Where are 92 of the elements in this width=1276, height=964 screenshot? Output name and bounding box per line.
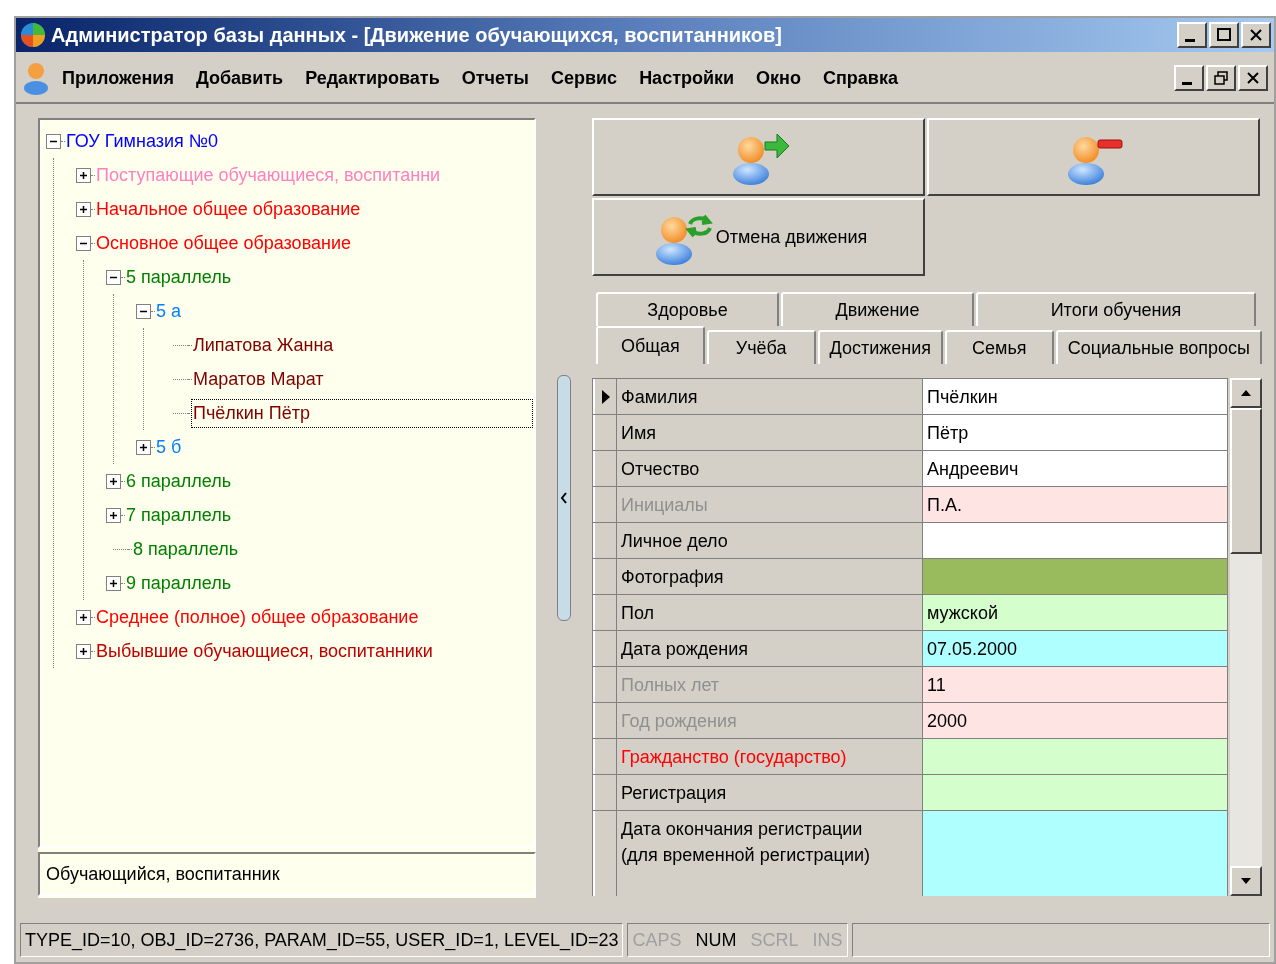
plus-icon bbox=[79, 612, 88, 622]
chevron-left-icon bbox=[560, 492, 568, 504]
window-title: Администратор базы данных - [Движение обучающихся, воспитанников] bbox=[51, 23, 782, 48]
tree-item[interactable]: 5 б bbox=[155, 433, 183, 461]
field-value[interactable] bbox=[923, 775, 1228, 810]
status-text: TYPE_ID=10, OBJ_ID=2736, PARAM_ID=55, USER_ID=1, LEVEL_ID=23 bbox=[20, 923, 624, 957]
maximize-icon bbox=[1216, 27, 1232, 43]
minimize-icon bbox=[1185, 38, 1195, 42]
field-value[interactable]: 2000 bbox=[923, 703, 1228, 738]
app-icon bbox=[19, 21, 47, 49]
key-indicator: NUM bbox=[695, 928, 737, 952]
tree-item[interactable]: 8 параллель bbox=[132, 535, 240, 563]
tree-item[interactable]: ГОУ Гимназия №0 bbox=[65, 127, 220, 155]
tree-item[interactable]: 5 а bbox=[155, 297, 183, 325]
minimize-icon bbox=[1182, 81, 1192, 85]
row-indicator[interactable] bbox=[593, 379, 617, 414]
tab[interactable]: Итоги обучения bbox=[976, 292, 1256, 326]
menu-item[interactable]: Добавить bbox=[195, 64, 284, 92]
field-value[interactable] bbox=[923, 811, 1228, 896]
plus-icon bbox=[79, 170, 88, 180]
minimize-button[interactable] bbox=[1174, 65, 1204, 91]
tree-item[interactable]: 9 параллель bbox=[125, 569, 233, 597]
field-value[interactable] bbox=[923, 559, 1228, 594]
expand-toggle[interactable] bbox=[76, 609, 91, 625]
field-value[interactable] bbox=[923, 523, 1228, 558]
menu-item[interactable]: Отчеты bbox=[461, 64, 529, 92]
tab[interactable]: Социальные вопросы bbox=[1055, 330, 1262, 364]
tree-item[interactable]: Среднее (полное) общее образование bbox=[95, 603, 420, 631]
close-button[interactable] bbox=[1241, 22, 1271, 48]
expand-toggle[interactable] bbox=[106, 575, 121, 591]
field-value[interactable]: П.А. bbox=[923, 487, 1228, 522]
field-value[interactable]: Пчёлкин bbox=[923, 379, 1228, 414]
plus-icon bbox=[79, 646, 88, 656]
menu-item[interactable]: Редактировать bbox=[305, 64, 440, 92]
tree-item[interactable]: Липатова Жанна bbox=[192, 331, 335, 359]
menu-item[interactable]: Окно bbox=[756, 64, 801, 92]
move-button[interactable] bbox=[592, 118, 925, 196]
close-icon bbox=[1245, 70, 1261, 86]
scroll-down-icon bbox=[1240, 877, 1252, 885]
plus-icon bbox=[139, 442, 148, 452]
field-value[interactable]: мужской bbox=[923, 595, 1228, 630]
collapse-toggle[interactable] bbox=[46, 133, 61, 149]
tree-item[interactable]: 5 параллель bbox=[125, 263, 233, 291]
tree-item[interactable]: Начальное общее образование bbox=[95, 195, 362, 223]
expand-toggle[interactable] bbox=[76, 643, 91, 659]
tree-item[interactable]: 7 параллель bbox=[125, 501, 233, 529]
cancel-movement-button[interactable]: Отмена движения bbox=[592, 198, 925, 276]
menu-item[interactable]: Настройки bbox=[639, 64, 735, 92]
tab[interactable]: Семья bbox=[945, 330, 1054, 364]
field-value[interactable] bbox=[923, 739, 1228, 774]
plus-icon bbox=[79, 204, 88, 214]
user-icon bbox=[22, 61, 50, 95]
tab[interactable]: Общая bbox=[596, 326, 705, 364]
expand-toggle[interactable] bbox=[76, 201, 91, 217]
tab[interactable]: Движение bbox=[781, 292, 974, 326]
plus-icon bbox=[109, 578, 118, 588]
field-value[interactable]: Андреевич bbox=[923, 451, 1228, 486]
tab[interactable]: Достижения bbox=[817, 330, 943, 364]
tree-item[interactable]: 6 параллель bbox=[125, 467, 233, 495]
scrollbar[interactable] bbox=[1230, 378, 1262, 896]
expand-toggle[interactable] bbox=[76, 167, 91, 183]
tree-item[interactable]: Основное общее образование bbox=[95, 229, 352, 257]
collapse-toggle[interactable] bbox=[136, 303, 151, 319]
field-value[interactable]: 11 bbox=[923, 667, 1228, 702]
field-value[interactable]: 07.05.2000 bbox=[923, 631, 1228, 666]
type-field[interactable]: Обучающийся, воспитанник bbox=[38, 852, 536, 896]
close-button[interactable] bbox=[1238, 65, 1268, 91]
collapse-toggle[interactable] bbox=[106, 269, 121, 285]
collapse-handle[interactable] bbox=[557, 375, 571, 621]
collapse-toggle[interactable] bbox=[76, 235, 91, 251]
plus-icon bbox=[109, 476, 118, 486]
tree-item[interactable]: Пчёлкин Пётр bbox=[192, 399, 532, 427]
expand-toggle[interactable] bbox=[136, 439, 151, 455]
restore-button[interactable] bbox=[1206, 65, 1236, 91]
scroll-up-icon bbox=[1240, 389, 1252, 397]
expand-toggle[interactable] bbox=[106, 473, 121, 489]
plus-icon bbox=[109, 510, 118, 520]
tab[interactable]: Учёба bbox=[706, 330, 816, 364]
expand-toggle[interactable] bbox=[106, 507, 121, 523]
menu-item[interactable]: Приложения bbox=[62, 64, 174, 92]
field-value[interactable]: Пётр bbox=[923, 415, 1228, 450]
close-icon bbox=[1248, 27, 1264, 43]
restore-icon bbox=[1213, 70, 1229, 86]
remove-button[interactable] bbox=[927, 118, 1260, 196]
tree-item[interactable]: Выбывшие обучающиеся, воспитанники bbox=[95, 637, 434, 665]
minimize-button[interactable] bbox=[1177, 22, 1207, 48]
menu-item[interactable]: Справка bbox=[823, 64, 898, 92]
maximize-button[interactable] bbox=[1209, 22, 1239, 48]
tree-item[interactable]: Маратов Марат bbox=[192, 365, 325, 393]
menu-item[interactable]: Сервис bbox=[550, 64, 618, 92]
current-row-icon bbox=[600, 389, 611, 405]
tab[interactable]: Здоровье bbox=[596, 292, 779, 326]
